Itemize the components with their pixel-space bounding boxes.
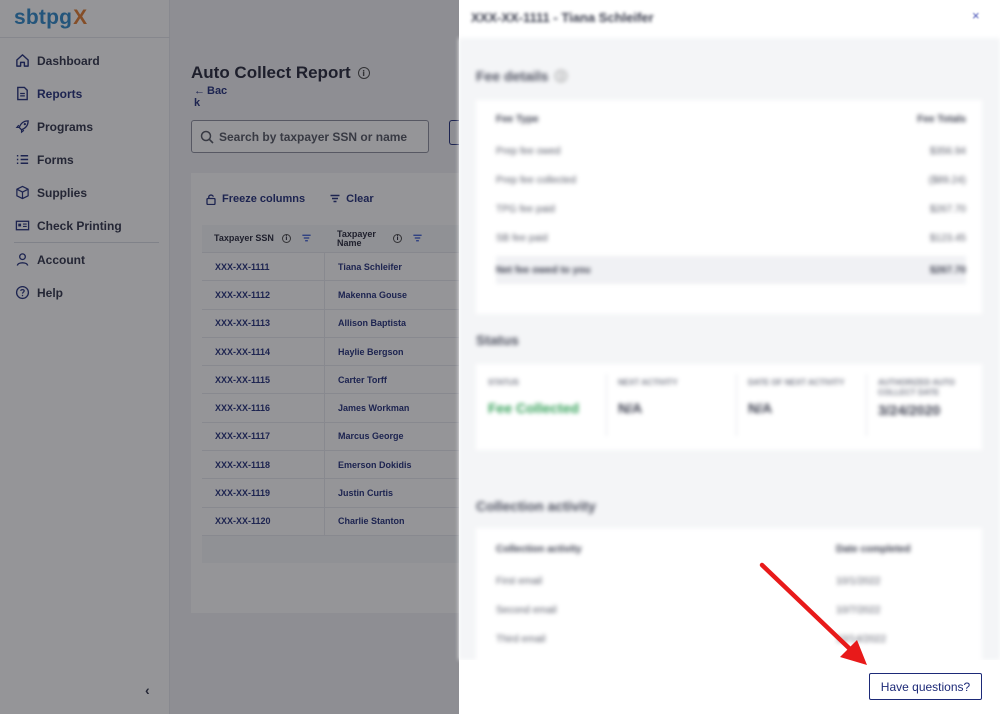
collection-card: Collection activity Date completed First …: [476, 528, 982, 660]
fee-value: $267.70: [929, 204, 966, 215]
modal-backdrop[interactable]: [0, 0, 459, 714]
status-column: STATUS Fee Collected: [476, 364, 604, 444]
collection-activity: Third email: [496, 634, 546, 645]
collection-row: Third email 10/14/2022: [496, 634, 966, 645]
fee-value: ($89.24): [928, 175, 966, 186]
status-label: STATUS: [488, 378, 519, 387]
fee-value: $123.45: [929, 233, 966, 244]
status-value: N/A: [618, 400, 643, 416]
status-label: DATE OF NEXT ACTIVITY: [748, 378, 845, 387]
fee-header-type: Fee Type: [496, 114, 539, 125]
status-column: AUTHORIZED AUTO COLLECT DATE 3/24/2020: [866, 364, 982, 444]
fee-type: Net fee owed to you: [496, 264, 591, 276]
status-title: Status: [476, 332, 519, 348]
fee-header-row: Fee Type Fee Totals: [496, 114, 966, 125]
detail-drawer: XXX-XX-1111 - Tiana Schleifer × Fee deta…: [459, 0, 1000, 714]
info-icon[interactable]: i: [555, 70, 568, 82]
status-card: STATUS Fee Collected NEXT ACTIVITY N/A D…: [476, 364, 982, 450]
fee-header-total: Fee Totals: [917, 114, 966, 125]
status-label: NEXT ACTIVITY: [618, 378, 678, 387]
fee-row: TPG fee paid $267.70: [496, 204, 966, 215]
status-column: DATE OF NEXT ACTIVITY N/A: [736, 364, 864, 444]
collection-row: First email 10/1/2022: [496, 576, 966, 587]
fee-total-row: Net fee owed to you $267.70: [496, 256, 966, 284]
drawer-body: Fee details i Fee Type Fee Totals Prep fe…: [459, 38, 1000, 660]
fee-row: Prep fee owed $356.94: [496, 146, 966, 157]
collection-header-activity: Collection activity: [496, 544, 582, 555]
section-title-text: Fee details: [476, 68, 549, 84]
fee-value: $356.94: [929, 146, 966, 157]
collection-title: Collection activity: [476, 498, 596, 514]
status-label: AUTHORIZED AUTO COLLECT DATE: [878, 378, 955, 397]
collection-row: Second email 10/7/2022: [496, 605, 966, 616]
fee-value: $267.70: [929, 264, 966, 276]
close-icon[interactable]: ×: [972, 8, 980, 23]
collection-date: 10/7/2022: [836, 605, 881, 616]
fee-row: SB fee paid $123.45: [496, 233, 966, 244]
collection-date: 10/1/2022: [836, 576, 881, 587]
collection-activity: First email: [496, 576, 543, 587]
have-questions-button[interactable]: Have questions?: [869, 673, 982, 700]
status-column: NEXT ACTIVITY N/A: [606, 364, 734, 444]
status-value: 3/24/2020: [878, 402, 941, 418]
fee-type: Prep fee owed: [496, 146, 561, 157]
collection-header-date: Date completed: [836, 544, 911, 555]
fee-type: SB fee paid: [496, 233, 548, 244]
fee-details-card: Fee Type Fee Totals Prep fee owed $356.94 …: [476, 100, 982, 314]
collection-activity: Second email: [496, 605, 557, 616]
collection-header-row: Collection activity Date completed: [496, 544, 966, 555]
drawer-title: XXX-XX-1111 - Tiana Schleifer: [471, 10, 654, 25]
status-value: N/A: [748, 400, 773, 416]
fee-details-title: Fee details i: [476, 68, 568, 84]
collection-date: 10/14/2022: [836, 634, 887, 645]
drawer-header: XXX-XX-1111 - Tiana Schleifer ×: [459, 0, 1000, 38]
status-value: Fee Collected: [488, 400, 580, 416]
drawer-footer: Have questions?: [459, 660, 1000, 714]
fee-row: Prep fee collected ($89.24): [496, 175, 966, 186]
fee-type: TPG fee paid: [496, 204, 555, 215]
fee-type: Prep fee collected: [496, 175, 577, 186]
